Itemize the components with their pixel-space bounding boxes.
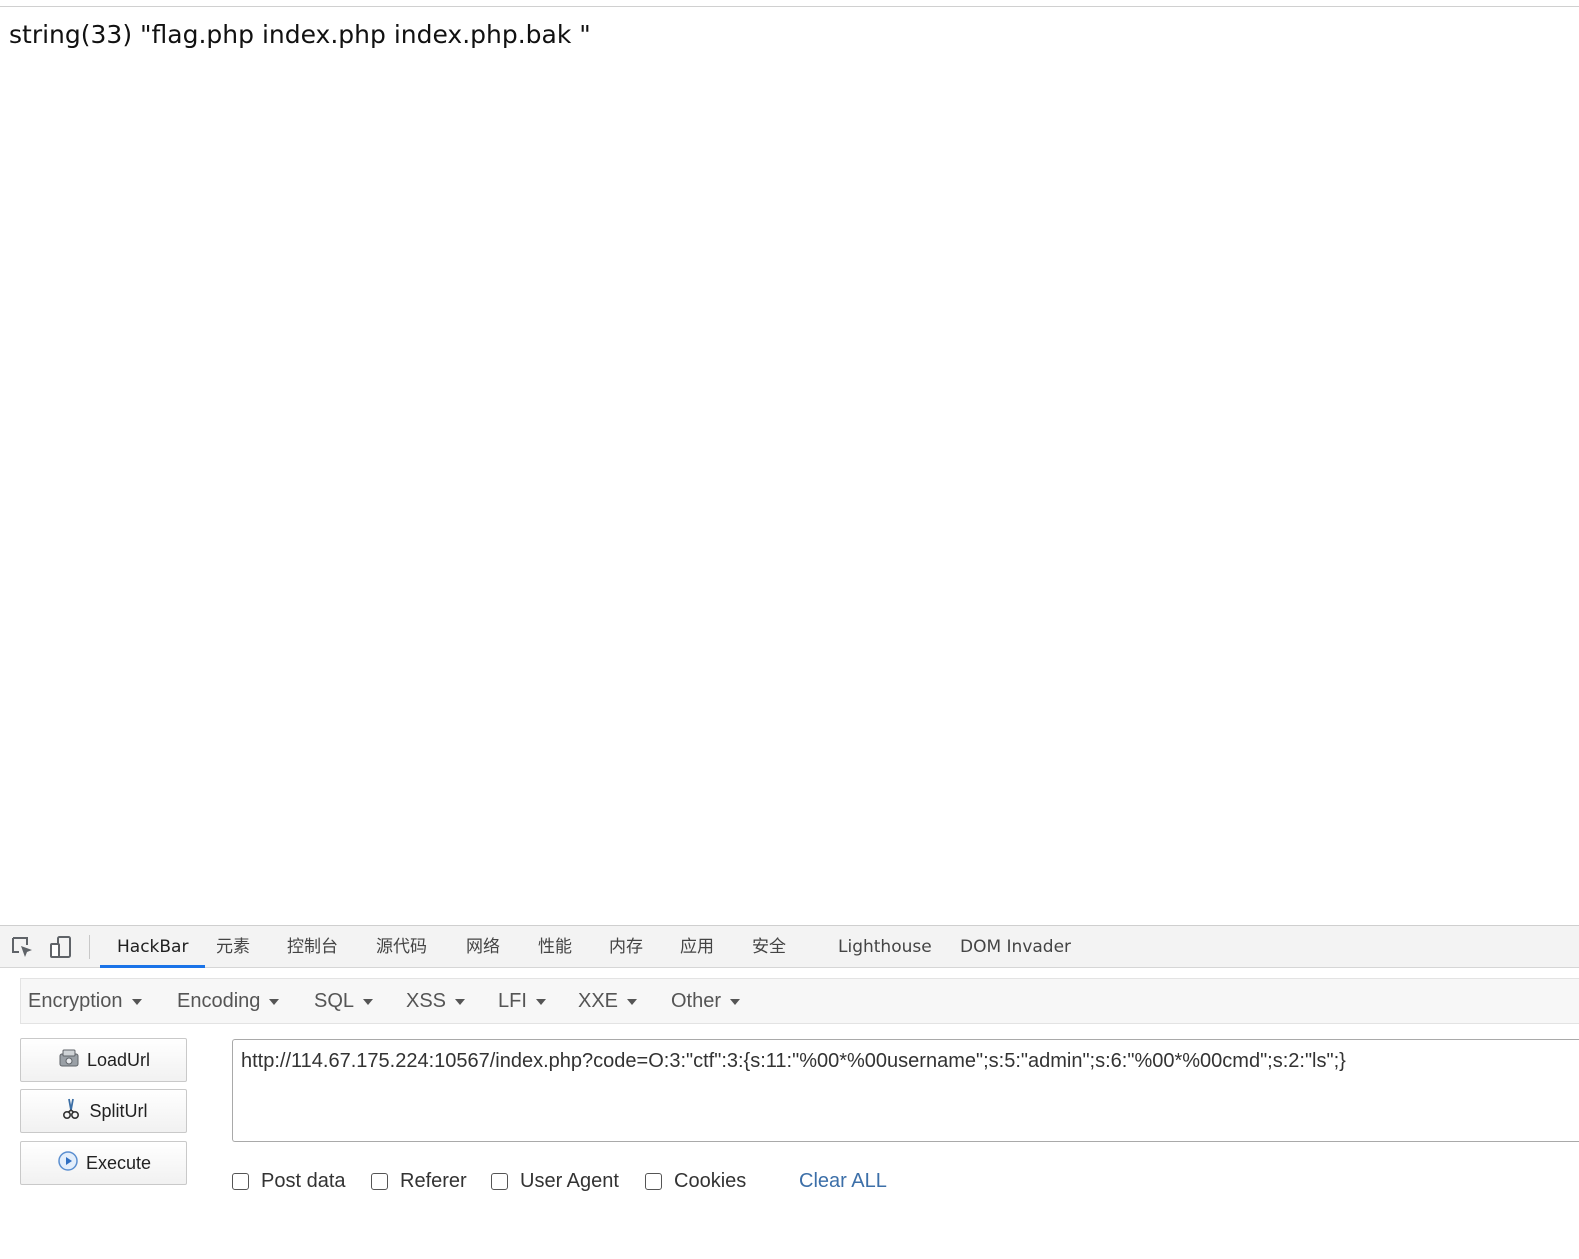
- load-url-button[interactable]: LoadUrl: [20, 1038, 187, 1082]
- device-toolbar-icon[interactable]: [48, 934, 74, 960]
- tab-memory[interactable]: 内存: [609, 926, 643, 968]
- menu-xxe[interactable]: XXE: [578, 979, 638, 1023]
- chevron-down-icon: [627, 998, 638, 1005]
- tab-console[interactable]: 控制台: [287, 926, 338, 968]
- load-url-icon: [57, 1046, 81, 1075]
- tab-hackbar[interactable]: HackBar: [100, 926, 206, 968]
- tab-elements[interactable]: 元素: [216, 926, 250, 968]
- chevron-down-icon: [730, 998, 741, 1005]
- checkbox-box[interactable]: [232, 1172, 249, 1190]
- menu-encryption[interactable]: Encryption: [28, 979, 142, 1023]
- chevron-down-icon: [535, 998, 546, 1005]
- referer-checkbox[interactable]: Referer: [371, 1168, 467, 1194]
- checkbox-box[interactable]: [645, 1172, 662, 1190]
- cookies-checkbox[interactable]: Cookies: [645, 1168, 746, 1194]
- page-top-border: [0, 6, 1579, 7]
- chevron-down-icon: [131, 998, 142, 1005]
- split-url-button[interactable]: SplitUrl: [20, 1089, 187, 1133]
- tab-sources[interactable]: 源代码: [376, 926, 427, 968]
- menu-other[interactable]: Other: [671, 979, 741, 1023]
- checkbox-box[interactable]: [491, 1172, 508, 1190]
- page-output-text: string(33) "flag.php index.php index.php…: [9, 20, 591, 49]
- tab-network[interactable]: 网络: [466, 926, 500, 968]
- execute-button[interactable]: Execute: [20, 1141, 187, 1185]
- chevron-down-icon: [363, 998, 374, 1005]
- tabbar-separator: [89, 935, 90, 959]
- post-data-checkbox[interactable]: Post data: [232, 1168, 346, 1194]
- inspect-element-icon[interactable]: [9, 934, 35, 960]
- devtools-panel: HackBar 元素 控制台 源代码 网络 性能 内存 应用 安全 Lighth…: [0, 925, 1579, 1259]
- chevron-down-icon: [269, 998, 280, 1005]
- menu-lfi[interactable]: LFI: [498, 979, 546, 1023]
- tab-dom-invader[interactable]: DOM Invader: [960, 926, 1071, 968]
- user-agent-checkbox[interactable]: User Agent: [491, 1168, 619, 1194]
- url-textarea[interactable]: http://114.67.175.224:10567/index.php?co…: [232, 1039, 1579, 1142]
- chevron-down-icon: [455, 998, 466, 1005]
- tab-performance[interactable]: 性能: [538, 926, 572, 968]
- split-url-icon: [59, 1097, 83, 1126]
- menu-encoding[interactable]: Encoding: [177, 979, 280, 1023]
- tab-lighthouse[interactable]: Lighthouse: [838, 926, 932, 968]
- menu-sql[interactable]: SQL: [314, 979, 374, 1023]
- clear-all-link[interactable]: Clear ALL: [799, 1168, 887, 1194]
- devtools-tabbar: HackBar 元素 控制台 源代码 网络 性能 内存 应用 安全 Lighth…: [0, 926, 1579, 968]
- execute-icon: [56, 1149, 80, 1178]
- menu-xss[interactable]: XSS: [406, 979, 466, 1023]
- hackbar-menubar: Encryption Encoding SQL XSS LFI XXE Othe…: [20, 978, 1579, 1024]
- checkbox-box[interactable]: [371, 1172, 388, 1190]
- tab-application[interactable]: 应用: [680, 926, 714, 968]
- tab-security[interactable]: 安全: [752, 926, 786, 968]
